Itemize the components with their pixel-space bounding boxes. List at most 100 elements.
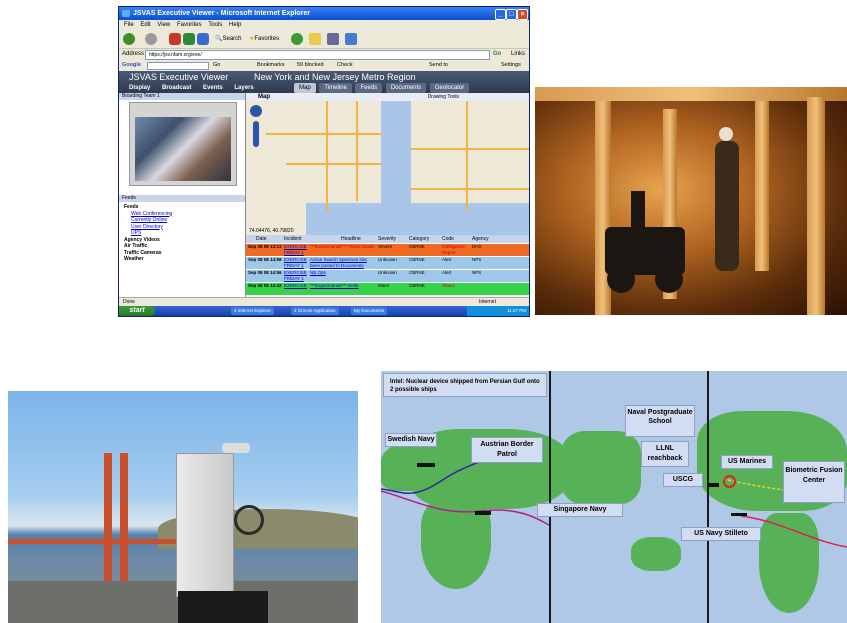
cell-code: Alert bbox=[442, 257, 452, 262]
cell-incident[interactable]: EXERCISE FRIDAY 1 bbox=[284, 270, 308, 282]
taskbar-item[interactable]: 4 Internet Explorer bbox=[231, 307, 275, 315]
ship-icon bbox=[475, 511, 491, 515]
check-button[interactable]: Check bbox=[337, 60, 353, 71]
table-row[interactable]: Sep 08 08 14:58 EXERCISE FRIDAY 1 Active… bbox=[246, 257, 529, 269]
bookmarks-button[interactable]: Bookmarks bbox=[257, 60, 285, 71]
llnl-reachback-callout: LLNL reachback bbox=[641, 441, 689, 467]
menu-tools[interactable]: Tools bbox=[208, 22, 222, 28]
cell-date: Sep 08 08 14:43 bbox=[248, 283, 282, 288]
nav-events[interactable]: Events bbox=[203, 85, 223, 91]
print-icon[interactable] bbox=[327, 33, 339, 45]
cell-headline[interactable]: NB Ops bbox=[310, 270, 376, 276]
map-pane[interactable]: Map Drawing Tools 74.04476, 40.79820 bbox=[246, 93, 529, 235]
col-incident[interactable]: Incident bbox=[284, 235, 302, 243]
ceiling-beam bbox=[535, 87, 847, 101]
search-button[interactable]: 🔍Search bbox=[215, 30, 242, 48]
mail-icon[interactable] bbox=[309, 33, 321, 45]
go-button[interactable]: Go bbox=[493, 49, 501, 59]
bridge-tower bbox=[104, 453, 112, 593]
cell-date: Sep 08 08 14:56 bbox=[248, 270, 282, 275]
swedish-navy-callout: Swedish Navy bbox=[385, 433, 437, 447]
drawing-tools-label[interactable]: Drawing Tools bbox=[428, 93, 459, 101]
google-search-input[interactable] bbox=[147, 62, 209, 70]
address-input[interactable]: https://jsv.nfam.org/exe/ bbox=[145, 50, 490, 60]
cell-headline[interactable]: ***Experimental*** Phone Model bbox=[310, 244, 376, 250]
feeds-tree: Feeds Web Conferencing Currently Online … bbox=[121, 204, 172, 263]
menu-view[interactable]: View bbox=[157, 22, 170, 28]
map-header: Map Drawing Tools bbox=[246, 93, 529, 101]
close-icon[interactable]: × bbox=[517, 9, 528, 20]
table-row[interactable]: Sep 08 08 13:13 EXERCISE FRIDAY 1 ***Exp… bbox=[246, 244, 529, 256]
nav-layers[interactable]: Layers bbox=[234, 85, 253, 91]
taskbar-item[interactable]: 2 Groove Application bbox=[291, 307, 339, 315]
cell-category: CBRNE bbox=[409, 283, 425, 288]
robot-arm bbox=[631, 191, 645, 231]
table-row[interactable]: Sep 08 08 14:43 EXERCISE ***Experimental… bbox=[246, 283, 529, 295]
zoom-slider[interactable] bbox=[253, 121, 259, 147]
tab-feeds[interactable]: Feeds bbox=[355, 83, 383, 93]
stop-icon[interactable] bbox=[169, 33, 181, 45]
cell-incident[interactable]: EXERCISE FRIDAY 1 bbox=[284, 257, 308, 269]
menu-bar: File Edit View Favorites Tools Help bbox=[119, 20, 529, 30]
singapore-navy-callout: Singapore Navy bbox=[537, 503, 623, 517]
refresh-icon[interactable] bbox=[183, 33, 195, 45]
nav-broadcast[interactable]: Broadcast bbox=[162, 85, 191, 91]
col-date[interactable]: Date bbox=[256, 235, 267, 243]
ship-icon bbox=[417, 463, 435, 467]
col-severity[interactable]: Severity bbox=[378, 235, 396, 243]
edit-icon[interactable] bbox=[345, 33, 357, 45]
left-pane: Boarding Team 1 Feeds Feeds Web Conferen… bbox=[119, 93, 246, 297]
map-road bbox=[266, 133, 381, 135]
forward-icon[interactable] bbox=[145, 33, 157, 45]
ie-window-title: JSVAS Executive Viewer - Microsoft Inter… bbox=[133, 10, 311, 17]
route-path bbox=[381, 490, 550, 526]
target-circle bbox=[723, 475, 736, 488]
cell-headline[interactable]: Active Search Spectrum has been posted t… bbox=[310, 257, 376, 269]
col-category[interactable]: Category bbox=[409, 235, 429, 243]
ie-icon bbox=[122, 10, 130, 17]
pan-control-icon[interactable] bbox=[250, 105, 262, 117]
tree-group-weather[interactable]: Weather bbox=[121, 256, 172, 263]
menu-edit[interactable]: Edit bbox=[140, 22, 150, 28]
table-row[interactable]: Sep 08 08 14:56 EXERCISE FRIDAY 1 NB Ops… bbox=[246, 270, 529, 282]
tab-timeline[interactable]: Timeline bbox=[319, 83, 352, 93]
send-to-button[interactable]: Send to bbox=[429, 60, 448, 71]
back-icon[interactable] bbox=[123, 33, 135, 45]
menu-favorites[interactable]: Favorites bbox=[177, 22, 202, 28]
nav-display[interactable]: Display bbox=[129, 85, 150, 91]
cell-incident[interactable]: EXERCISE FRIDAY 1 bbox=[284, 244, 308, 256]
home-icon[interactable] bbox=[197, 33, 209, 45]
minimize-icon[interactable]: _ bbox=[495, 9, 506, 20]
support-post bbox=[807, 97, 825, 315]
tab-map[interactable]: Map bbox=[294, 83, 316, 93]
links-label[interactable]: Links bbox=[511, 49, 525, 59]
start-button[interactable]: start bbox=[119, 306, 155, 316]
uscg-callout: USCG bbox=[663, 473, 703, 487]
cell-category: CBRNE bbox=[409, 257, 425, 262]
col-headline[interactable]: Headline bbox=[341, 235, 361, 243]
tab-geolocator[interactable]: Geolocator bbox=[429, 83, 470, 93]
cell-headline[interactable]: ***Experimental*** Delta bbox=[310, 283, 376, 289]
favorites-button[interactable]: ★Favorites bbox=[249, 30, 279, 48]
us-navy-stilleto-callout: US Navy Stilleto bbox=[681, 527, 761, 541]
ie-window: JSVAS Executive Viewer - Microsoft Inter… bbox=[118, 6, 530, 317]
col-agency[interactable]: Agency bbox=[472, 235, 489, 243]
map-road bbox=[286, 163, 381, 165]
tab-documents[interactable]: Documents bbox=[385, 83, 427, 93]
worker bbox=[715, 141, 739, 271]
menu-file[interactable]: File bbox=[124, 22, 134, 28]
cell-incident[interactable]: EXERCISE bbox=[284, 283, 308, 289]
history-icon[interactable] bbox=[291, 33, 303, 45]
address-label: Address bbox=[122, 51, 145, 57]
settings-button[interactable]: Settings bbox=[501, 60, 521, 71]
cell-code: Alert bbox=[442, 270, 452, 275]
video-feed[interactable] bbox=[135, 117, 231, 181]
google-go-button[interactable]: Go bbox=[213, 60, 220, 71]
menu-help[interactable]: Help bbox=[229, 22, 241, 28]
col-code[interactable]: Code bbox=[442, 235, 454, 243]
hard-hat bbox=[719, 127, 733, 141]
taskbar-item[interactable]: My Documents bbox=[351, 307, 388, 315]
popup-blocked-button[interactable]: 59 blocked bbox=[297, 60, 324, 71]
sensor-cable bbox=[234, 505, 264, 535]
maximize-icon[interactable]: □ bbox=[506, 9, 517, 20]
